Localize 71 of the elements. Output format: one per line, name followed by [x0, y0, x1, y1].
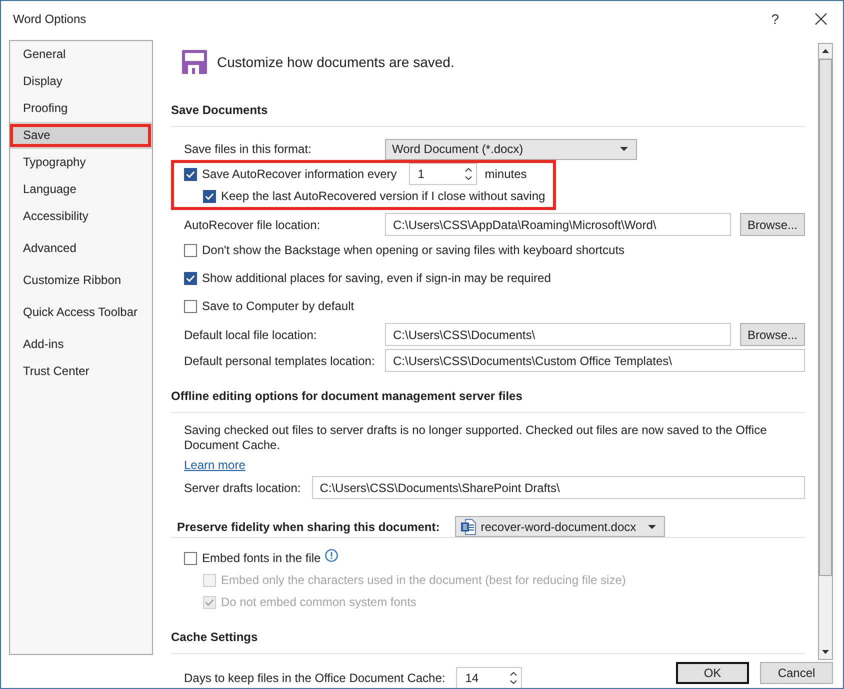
window-title: Word Options — [13, 12, 86, 26]
sidebar-item[interactable]: Advanced — [10, 235, 152, 262]
checkmark-icon — [186, 170, 195, 178]
field-label: Default personal templates location: — [184, 354, 376, 368]
field-label: Days to keep files in the Office Document Cache: — [184, 670, 446, 684]
checkbox-label: Keep the last AutoRecovered version if I close without saving — [221, 189, 546, 203]
document-icon — [460, 518, 476, 534]
number-spinner[interactable]: 1 — [408, 163, 477, 185]
field-label: Save files in this format: — [184, 142, 312, 156]
caret-down-icon — [648, 524, 656, 528]
checkbox-label: Don't show the Backstage when opening or saving files with keyboard shortcuts — [202, 243, 625, 257]
checkbox[interactable] — [184, 168, 197, 180]
checkmark-icon — [186, 274, 195, 282]
chevron-down-icon[interactable] — [464, 176, 472, 180]
checkbox-label: Save to Computer by default — [202, 299, 354, 313]
section-heading: Save Documents — [171, 102, 268, 118]
sidebar-item[interactable]: General — [10, 41, 152, 68]
help-button[interactable]: ? — [768, 11, 782, 27]
document-dropdown[interactable]: recover-word-document.docx — [454, 516, 665, 537]
format-dropdown[interactable]: Word Document (*.docx) — [385, 138, 637, 160]
ok-button[interactable]: OK — [676, 662, 749, 684]
sidebar-item[interactable]: Accessibility — [10, 203, 152, 230]
info-icon[interactable] — [324, 549, 338, 562]
scrollbar-thumb[interactable] — [819, 59, 832, 576]
field-label: AutoRecover file location: — [184, 218, 322, 232]
unit-label: minutes — [484, 167, 527, 181]
sidebar-item[interactable]: Save — [10, 122, 152, 149]
section-heading: Preserve fidelity when sharing this document: — [177, 518, 440, 534]
checkmark-icon — [205, 192, 214, 200]
sidebar-item[interactable]: Language — [10, 176, 152, 203]
chevron-up-icon[interactable] — [510, 672, 518, 676]
sidebar-item[interactable]: Proofing — [10, 95, 152, 122]
path-field[interactable]: C:\Users\CSS\Documents\SharePoint Drafts\ — [312, 476, 805, 499]
checkbox-label: Embed fonts in the file — [202, 551, 321, 565]
sidebar-item[interactable]: Quick Access Toolbar — [10, 299, 152, 326]
checkbox[interactable] — [184, 244, 197, 256]
chevron-up-icon[interactable] — [464, 168, 472, 172]
triangle-up-icon — [822, 49, 829, 53]
checkbox-label: Embed only the characters used in the document (best for reducing file size) — [221, 573, 626, 587]
triangle-down-icon — [822, 650, 829, 654]
checkbox-label: Save AutoRecover information every — [202, 167, 397, 181]
path-field[interactable]: C:\Users\CSS\AppData\Roaming\Microsoft\Word\ — [385, 213, 731, 236]
section-heading: Cache Settings — [171, 629, 258, 645]
checkbox[interactable] — [184, 272, 197, 284]
learn-more-link[interactable]: Learn more — [184, 458, 246, 472]
cancel-button[interactable]: Cancel — [760, 662, 833, 684]
sidebar-item[interactable]: Typography — [10, 149, 152, 176]
close-icon[interactable] — [815, 13, 827, 25]
sidebar-item[interactable]: Display — [10, 68, 152, 95]
caret-down-icon — [620, 147, 628, 151]
checkbox-label: Show additional places for saving, even if sign-in may be required — [202, 271, 551, 285]
browse-button[interactable]: Browse... — [740, 323, 805, 346]
page-heading: Customize how documents are saved. — [217, 54, 454, 70]
checkbox[interactable] — [184, 300, 197, 312]
sidebar-item[interactable]: Customize Ribbon — [10, 267, 152, 294]
number-spinner[interactable]: 14 — [456, 666, 522, 688]
sidebar-item[interactable]: Trust Center — [10, 358, 152, 385]
section-heading: Offline editing options for document management server files — [171, 388, 522, 404]
sidebar-item[interactable]: Add-ins — [10, 331, 152, 358]
path-field[interactable]: C:\Users\CSS\Documents\ — [385, 323, 731, 346]
path-field[interactable]: C:\Users\CSS\Documents\Custom Office Templates\ — [385, 349, 805, 372]
chevron-down-icon[interactable] — [510, 680, 518, 684]
checkbox[interactable] — [203, 190, 216, 202]
checkbox[interactable] — [184, 552, 197, 564]
checkmark-icon — [205, 598, 214, 606]
browse-button[interactable]: Browse... — [740, 213, 805, 236]
info-paragraph: Saving checked out files to server drafts is no longer supported. Checked out files are now saved to the Office Document Cache. — [184, 423, 768, 453]
scrollbar[interactable] — [818, 43, 833, 660]
field-label: Server drafts location: — [184, 480, 301, 494]
field-label: Default local file location: — [184, 328, 318, 342]
checkbox-label: Do not embed common system fonts — [221, 595, 416, 609]
